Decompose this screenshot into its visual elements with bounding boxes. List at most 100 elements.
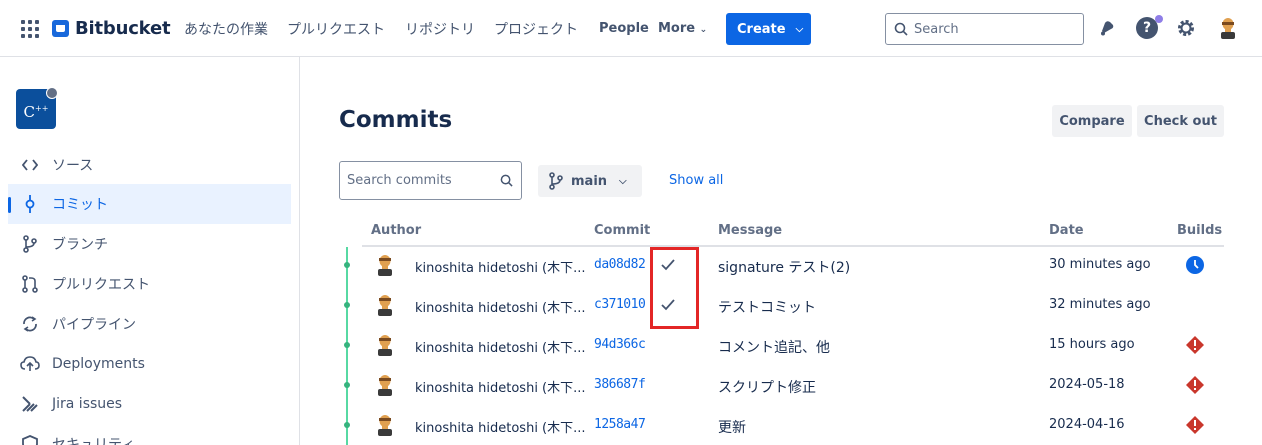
page-title: Commits <box>339 107 453 133</box>
sidebar-item-source[interactable]: ソース <box>8 145 291 185</box>
sidebar-item-jira-issues[interactable]: Jira issues <box>8 384 291 424</box>
sidebar-item-label: パイプライン <box>52 317 136 333</box>
search-icon <box>500 174 513 187</box>
sidebar-item-label: ソース <box>52 158 94 174</box>
table-row[interactable]: kinoshita hidetoshi (木下... 94d366c コメント追… <box>340 326 1224 366</box>
table-row[interactable]: kinoshita hidetoshi (木下... 1258a47 更新 20… <box>340 406 1224 445</box>
help-notification-dot <box>1155 15 1163 23</box>
sidebar-item-deployments[interactable]: Deployments <box>8 344 291 384</box>
commit-date: 30 minutes ago <box>1049 257 1151 272</box>
sidebar-item-label: Deployments <box>52 356 145 372</box>
sidebar-item-branches[interactable]: ブランチ <box>8 224 291 264</box>
commit-message: テストコミット <box>718 300 816 316</box>
create-button[interactable]: Create ⌵ <box>726 13 811 45</box>
commit-icon <box>20 194 40 214</box>
cloud-upload-icon <box>20 354 40 374</box>
sidebar-item-label: Jira issues <box>52 396 123 412</box>
nav-more[interactable]: More ⌄ <box>658 21 707 36</box>
commit-author[interactable]: kinoshita hidetoshi (木下... <box>415 337 586 356</box>
shield-icon <box>20 434 40 445</box>
table-row[interactable]: kinoshita hidetoshi (木下... da08d82 signa… <box>340 246 1224 286</box>
commit-message: signature テスト(2) <box>718 260 851 276</box>
commit-hash-link[interactable]: c371010 <box>594 297 646 312</box>
commit-hash-link[interactable]: 386687f <box>594 377 646 392</box>
branch-icon <box>549 172 563 190</box>
active-indicator <box>8 197 11 213</box>
commit-graph-node <box>344 342 350 348</box>
commit-author[interactable]: kinoshita hidetoshi (木下... <box>415 377 586 396</box>
build-failed-icon[interactable] <box>1185 415 1205 435</box>
chevron-down-icon: ⌄ <box>699 25 708 35</box>
table-row[interactable]: kinoshita hidetoshi (木下... 386687f スクリプト… <box>340 366 1224 406</box>
user-avatar[interactable] <box>1218 17 1238 39</box>
column-header-message: Message <box>718 223 783 238</box>
pull-request-icon <box>20 274 40 294</box>
author-avatar <box>378 375 392 396</box>
commit-author[interactable]: kinoshita hidetoshi (木下... <box>415 417 586 436</box>
commit-date: 32 minutes ago <box>1049 297 1151 312</box>
search-icon <box>894 22 908 36</box>
compare-button[interactable]: Compare <box>1052 105 1132 137</box>
sidebar-item-label: コミット <box>52 197 108 213</box>
build-failed-icon[interactable] <box>1185 335 1205 355</box>
branch-name: main <box>571 173 608 189</box>
build-in-progress-clock-icon[interactable] <box>1185 255 1205 275</box>
commit-date: 2024-04-16 <box>1049 417 1125 432</box>
author-avatar <box>378 255 392 276</box>
nav-projects[interactable]: プロジェクト <box>494 19 578 39</box>
private-lock-icon <box>46 87 58 99</box>
sidebar-item-label: プルリクエスト <box>52 277 150 293</box>
check-out-button[interactable]: Check out <box>1137 105 1224 137</box>
jira-icon <box>20 394 40 414</box>
nav-repositories[interactable]: リポジトリ <box>405 19 475 39</box>
branch-selector[interactable]: main ⌵ <box>538 165 642 197</box>
nav-your-work[interactable]: あなたの作業 <box>184 19 268 39</box>
commit-message: コメント追記、他 <box>718 340 830 356</box>
commit-author[interactable]: kinoshita hidetoshi (木下... <box>415 257 586 276</box>
commit-search-placeholder: Search commits <box>347 173 452 188</box>
sidebar-item-commits[interactable]: コミット <box>8 184 291 224</box>
commit-message: スクリプト修正 <box>718 380 816 396</box>
column-header-date: Date <box>1049 223 1084 238</box>
commit-author[interactable]: kinoshita hidetoshi (木下... <box>415 297 586 316</box>
commit-hash-link[interactable]: 94d366c <box>594 337 646 352</box>
sidebar-item-security[interactable]: セキュリティ <box>8 424 291 445</box>
repository-sidebar: C++ ソース コミット ブランチ プルリクエスト パイプライン Deploym… <box>0 57 300 445</box>
search-placeholder: Search <box>914 21 959 37</box>
settings-gear-icon[interactable] <box>1175 17 1197 39</box>
commit-graph-node <box>344 262 350 268</box>
author-avatar <box>378 295 392 316</box>
column-header-builds: Builds <box>1177 223 1223 238</box>
notifications-icon[interactable] <box>1096 17 1118 39</box>
sidebar-item-pipelines[interactable]: パイプライン <box>8 304 291 344</box>
code-icon <box>20 155 40 175</box>
show-all-link[interactable]: Show all <box>669 173 723 188</box>
commit-hash-link[interactable]: da08d82 <box>594 257 646 272</box>
commit-graph-node <box>344 422 350 428</box>
commit-search-input[interactable]: Search commits <box>339 161 522 200</box>
column-header-author: Author <box>371 223 422 238</box>
bitbucket-logo-icon <box>52 19 69 37</box>
commit-hash-link[interactable]: 1258a47 <box>594 417 646 432</box>
bitbucket-logo[interactable]: Bitbucket <box>52 17 171 39</box>
global-search-input[interactable]: Search <box>885 13 1084 45</box>
commit-date: 15 hours ago <box>1049 337 1135 352</box>
column-header-commit: Commit <box>594 223 651 238</box>
chevron-down-icon: ⌵ <box>795 23 804 35</box>
table-row[interactable]: kinoshita hidetoshi (木下... c371010 テストコミ… <box>340 286 1224 326</box>
nav-more-label: More <box>658 21 696 36</box>
sidebar-item-label: ブランチ <box>52 237 108 253</box>
nav-pull-requests[interactable]: プルリクエスト <box>287 19 385 39</box>
app-switcher-icon[interactable] <box>21 20 39 38</box>
top-navigation: Bitbucket あなたの作業 プルリクエスト リポジトリ プロジェクト Pe… <box>0 0 1262 57</box>
app-name: Bitbucket <box>75 17 171 39</box>
sidebar-item-label: セキュリティ <box>52 437 136 445</box>
nav-people[interactable]: People <box>599 21 649 36</box>
branch-icon <box>20 234 40 254</box>
commit-graph-node <box>344 382 350 388</box>
chevron-down-icon: ⌵ <box>619 175 627 187</box>
build-failed-icon[interactable] <box>1185 375 1205 395</box>
repository-avatar-text: C <box>23 103 36 121</box>
pipeline-icon <box>20 314 40 334</box>
sidebar-item-pull-requests[interactable]: プルリクエスト <box>8 264 291 304</box>
